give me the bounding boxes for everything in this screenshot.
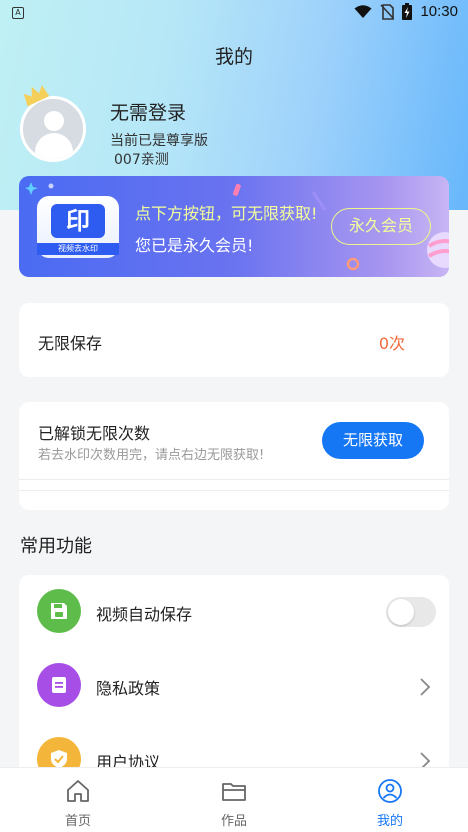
stick-decoration	[311, 191, 327, 211]
divider	[19, 479, 449, 480]
unlimited-save-card: 无限保存 0次	[19, 303, 449, 377]
user-level: 当前已是尊享版	[110, 133, 208, 149]
tab-label: 我的	[376, 814, 403, 829]
unlock-subtitle: 若去水印次数用完，请点右边无限获取!	[38, 448, 265, 463]
divider	[19, 490, 449, 491]
no-sim-icon	[380, 3, 395, 20]
user-tag: 007亲测	[114, 152, 169, 168]
ribbon-decoration	[233, 184, 241, 196]
app-logo-caption: 视频去水印	[37, 243, 119, 255]
toggle-knob	[388, 599, 414, 625]
wifi-icon	[354, 4, 372, 18]
battery-icon	[402, 3, 413, 20]
function-item-privacy-policy[interactable]: 隐私政策	[19, 649, 449, 723]
function-label: 视频自动保存	[96, 605, 193, 624]
status-icons: 10:30	[354, 3, 458, 20]
section-title: 常用功能	[20, 536, 92, 557]
save-count: 0次	[378, 334, 405, 353]
unlimited-get-button[interactable]: 无限获取	[322, 422, 424, 459]
banner-status-text: 您已是永久会员!	[135, 236, 254, 255]
ring-decoration	[346, 257, 360, 271]
function-label: 隐私政策	[96, 679, 161, 698]
unlock-card: 已解锁无限次数 若去水印次数用完，请点右边无限获取! 无限获取	[19, 402, 449, 510]
tab-home[interactable]: 首页	[28, 768, 128, 832]
home-icon	[67, 780, 89, 802]
save-label: 无限保存	[38, 334, 103, 353]
tab-label: 作品	[220, 814, 247, 829]
app-logo-mark: 印	[51, 204, 105, 238]
bottom-tab-bar: 首页 作品 我的	[0, 767, 468, 832]
function-list: 视频自动保存 隐私政策 用户协议	[19, 575, 449, 781]
clock: 10:30	[420, 3, 458, 20]
folder-icon	[222, 783, 246, 801]
user-circle-icon	[378, 779, 402, 803]
tab-works[interactable]: 作品	[184, 768, 284, 832]
permanent-member-button[interactable]: 永久会员	[331, 208, 431, 245]
vip-banner[interactable]: 印 视频去水印 点下方按钮，可无限获取! 您已是永久会员! 永久会员	[19, 176, 449, 277]
function-item-auto-save[interactable]: 视频自动保存	[19, 575, 449, 649]
banner-promo-text: 点下方按钮，可无限获取!	[135, 204, 318, 223]
document-icon	[37, 663, 81, 707]
unlock-title: 已解锁无限次数	[38, 424, 151, 443]
user-name[interactable]: 无需登录	[110, 98, 186, 125]
status-bar: A 10:30	[0, 0, 468, 28]
app-logo: 印 视频去水印	[37, 196, 119, 258]
avatar[interactable]	[20, 85, 86, 162]
tab-label: 首页	[64, 814, 91, 829]
save-icon	[37, 589, 81, 633]
chevron-right-icon	[420, 678, 431, 696]
page-title: 我的	[214, 46, 253, 68]
notification-icon: A	[12, 7, 24, 19]
auto-save-toggle[interactable]	[386, 597, 436, 627]
tab-mine[interactable]: 我的	[340, 768, 440, 832]
sphere-decoration	[427, 232, 449, 268]
